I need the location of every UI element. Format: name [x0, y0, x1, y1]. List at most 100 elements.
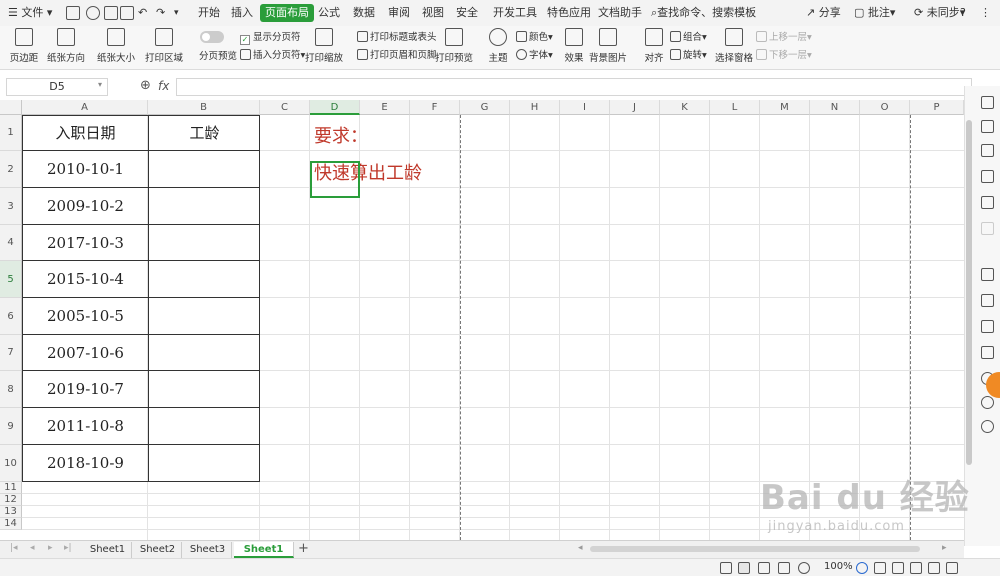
cell-seniority[interactable]: [149, 188, 260, 225]
redo-icon[interactable]: ↷: [156, 4, 165, 22]
cell-date[interactable]: 2007-10-6: [23, 335, 148, 371]
row-header-13[interactable]: 13: [0, 506, 22, 518]
column-header-g[interactable]: G: [460, 100, 510, 115]
colors-button[interactable]: 颜色▾: [516, 30, 553, 46]
column-header-p[interactable]: P: [910, 100, 964, 115]
show-pagebreak-checkbox[interactable]: ✓ 显示分页符: [240, 30, 301, 46]
row-header-12[interactable]: 12: [0, 494, 22, 506]
row-header-4[interactable]: 4: [0, 225, 22, 261]
row-header-5[interactable]: 5: [0, 261, 22, 298]
print-titles-button[interactable]: 打印标题或表头: [357, 30, 437, 46]
paper-size-button[interactable]: 纸张大小: [96, 28, 136, 68]
pagebreak-preview-button[interactable]: 分页预览: [199, 49, 237, 65]
help-icon[interactable]: ?: [960, 4, 966, 22]
account-icon[interactable]: [856, 562, 868, 574]
cell-date[interactable]: 2018-10-9: [23, 445, 148, 482]
save-icon[interactable]: [66, 6, 80, 20]
fonts-button[interactable]: 字体▾: [516, 48, 553, 64]
undo-icon[interactable]: ↶: [138, 4, 147, 22]
cell-date[interactable]: 2015-10-4: [23, 261, 148, 298]
cell-seniority[interactable]: [149, 225, 260, 261]
print-preview-icon[interactable]: [120, 6, 134, 20]
keyboard-icon[interactable]: [928, 562, 940, 574]
tab-page-layout[interactable]: 页面布局: [260, 4, 314, 22]
protect-eye-icon[interactable]: [720, 562, 732, 574]
history-icon[interactable]: [981, 396, 994, 409]
select-all-corner[interactable]: [0, 100, 22, 115]
column-header-c[interactable]: C: [260, 100, 310, 115]
active-cell-d5[interactable]: [310, 161, 360, 198]
quick-access-dropdown-icon[interactable]: ▾: [174, 4, 179, 22]
list-icon[interactable]: [981, 222, 994, 235]
column-header-k[interactable]: K: [660, 100, 710, 115]
row-header-14[interactable]: 14: [0, 518, 22, 530]
tab-data[interactable]: 数据: [353, 4, 375, 22]
background-image-button[interactable]: 背景图片: [588, 28, 628, 68]
cell-date[interactable]: 2009-10-2: [23, 188, 148, 225]
emoji-icon[interactable]: [910, 562, 922, 574]
vertical-scrollbar[interactable]: [966, 120, 972, 465]
send-backward-button[interactable]: 下移一层▾: [756, 48, 812, 64]
picture-icon[interactable]: [981, 346, 994, 359]
cell-seniority[interactable]: [149, 445, 260, 482]
formula-input[interactable]: [176, 78, 972, 96]
tab-formulas[interactable]: 公式: [318, 4, 340, 22]
sync-status[interactable]: ⟳ 未同步▾: [914, 4, 965, 22]
fx-icon[interactable]: fx: [158, 79, 169, 93]
sheet-tab-2[interactable]: Sheet2: [134, 542, 182, 558]
cell-seniority[interactable]: [149, 371, 260, 408]
cell-seniority[interactable]: [149, 335, 260, 371]
column-header-a[interactable]: A: [22, 100, 148, 115]
select-icon[interactable]: [981, 96, 994, 109]
style-icon[interactable]: [981, 120, 994, 133]
column-header-f[interactable]: F: [410, 100, 460, 115]
selection-pane-button[interactable]: 选择窗格: [714, 28, 754, 68]
column-header-d[interactable]: D: [310, 100, 360, 115]
column-header-m[interactable]: M: [760, 100, 810, 115]
row-header-6[interactable]: 6: [0, 298, 22, 335]
settings-icon[interactable]: [946, 562, 958, 574]
pagebreak-view-icon[interactable]: [778, 562, 790, 574]
tab-special[interactable]: 特色应用: [547, 4, 591, 22]
tab-doc-assistant[interactable]: 文档助手: [598, 4, 642, 22]
cell-seniority[interactable]: [149, 261, 260, 298]
cell-date[interactable]: 2005-10-5: [23, 298, 148, 335]
column-header-o[interactable]: O: [860, 100, 910, 115]
row-header-2[interactable]: 2: [0, 151, 22, 188]
fill-icon[interactable]: [981, 144, 994, 157]
group-button[interactable]: 组合▾: [670, 30, 707, 46]
cell-date[interactable]: 2019-10-7: [23, 371, 148, 408]
zoom-formula-icon[interactable]: ⊕: [140, 78, 151, 93]
scroll-right-icon[interactable]: ▸: [942, 543, 947, 553]
scroll-left-icon[interactable]: ◂: [578, 543, 583, 553]
row-header-7[interactable]: 7: [0, 335, 22, 371]
column-header-i[interactable]: I: [560, 100, 610, 115]
page-layout-view-icon[interactable]: [758, 562, 770, 574]
sheet-tab-3[interactable]: Sheet3: [184, 542, 232, 558]
sheet-tab-active[interactable]: Sheet1 (2): [234, 542, 294, 571]
table-icon[interactable]: [981, 170, 994, 183]
cell-seniority[interactable]: [149, 408, 260, 445]
bring-forward-button[interactable]: 上移一层▾: [756, 30, 812, 46]
cell-a1-header[interactable]: 入职日期: [23, 115, 148, 151]
export-pdf-icon[interactable]: [86, 6, 100, 20]
cell-date[interactable]: 2011-10-8: [23, 408, 148, 445]
file-menu[interactable]: ☰ 文件 ▾: [8, 4, 52, 22]
print-scale-button[interactable]: 打印缩放: [304, 28, 344, 68]
column-header-j[interactable]: J: [610, 100, 660, 115]
print-area-button[interactable]: 打印区域: [144, 28, 184, 68]
more-icon[interactable]: ⋮: [980, 4, 991, 22]
name-box[interactable]: D5: [6, 78, 108, 96]
prev-sheet-icon[interactable]: ◂: [30, 543, 35, 553]
grid-apps-icon[interactable]: [981, 196, 994, 209]
normal-view-icon[interactable]: [738, 562, 750, 574]
note-requirement[interactable]: 要求：: [314, 122, 368, 148]
mic-icon[interactable]: [892, 562, 904, 574]
tab-security[interactable]: 安全: [456, 4, 478, 22]
cell-date[interactable]: 2017-10-3: [23, 225, 148, 261]
cell-b1-header[interactable]: 工龄: [149, 115, 260, 151]
cell-date[interactable]: 2010-10-1: [23, 151, 148, 188]
row-header-10[interactable]: 10: [0, 445, 22, 482]
horizontal-scrollbar[interactable]: [590, 546, 920, 552]
help-circle-icon[interactable]: [981, 420, 994, 433]
